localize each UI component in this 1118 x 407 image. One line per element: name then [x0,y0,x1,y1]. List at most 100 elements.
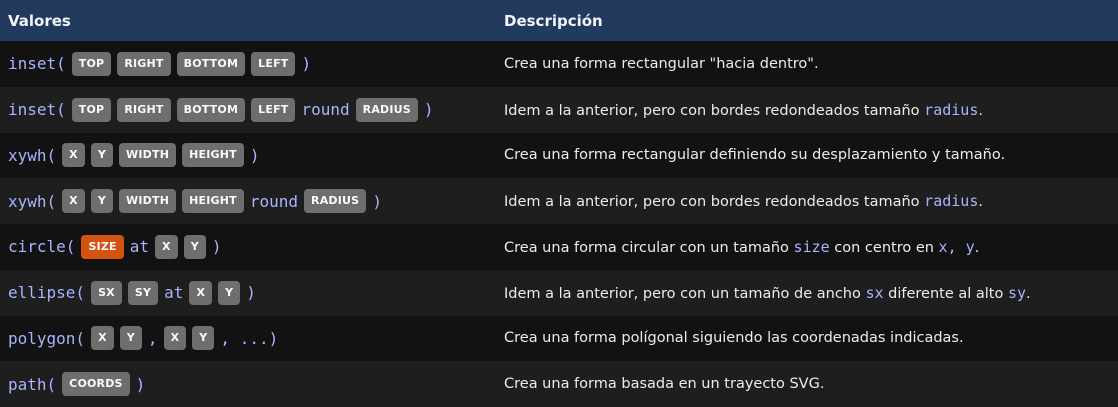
description-text: diferente al alto [883,285,1008,302]
param-chip: WIDTH [119,143,177,168]
table-row: xywh(X Y WIDTH HEIGHT) Crea una forma rectan… [0,132,1118,179]
description-text: Crea una forma rectangular definiendo su… [504,147,1006,164]
table-header-row: Valores Descripción [0,0,1118,41]
description-text: . [1026,285,1031,302]
param-chip: COORDS [62,372,130,397]
code-token: xywh( [8,191,57,211]
param-chip: BOTTOM [176,97,246,122]
table-row: inset(TOP RIGHT BOTTOM LEFT round RADIUS) Idem… [0,86,1118,133]
param-chip: LEFT [251,97,296,122]
value-cell: xywh(X Y WIDTH HEIGHT) [0,133,496,179]
code-token: ) [249,145,260,165]
value-cell: polygon(X Y, X Y, ...) [0,316,496,362]
value-syntax: xywh(X Y WIDTH HEIGHT) [8,143,488,168]
table-row: inset(TOP RIGHT BOTTOM LEFT) Crea una forma … [0,41,1118,87]
param-chip: TOP [71,97,112,122]
code-token: inset( [8,54,66,74]
param-chip: RIGHT [117,51,171,76]
value-syntax: polygon(X Y, X Y, ...) [8,326,488,351]
description-cell: Crea una forma rectangular definiendo su… [496,133,1118,179]
code-token: round [301,100,350,120]
param-chip: X [91,326,114,351]
description-text: Idem a la anterior, pero con un tamaño d… [504,285,866,302]
description-text: Crea una forma rectangular "hacia dentro… [504,55,819,72]
code-token: , [147,328,158,348]
table-row: ellipse(SX SY at X Y) Idem a la anterior, per… [0,269,1118,316]
code-token: at [129,237,150,257]
code-token: ) [372,191,382,211]
param-chip: SX [91,280,122,305]
description-cell: Crea una forma polígonal siguiendo las c… [496,316,1118,362]
description-text: . [978,194,983,211]
values-table: Valores Descripción inset(TOP RIGHT BOTTOM… [0,0,1118,407]
code-token: ) [246,283,256,303]
value-cell: circle(SIZE at X Y) [0,224,496,270]
value-cell: path(COORDS) [0,361,496,407]
param-chip: Y [90,189,114,214]
param-chip: TOP [71,51,112,76]
param-chip: X [62,189,85,214]
code-token: ) [301,54,312,74]
param-chip: Y [192,326,215,351]
description-text: Crea una forma basada en un trayecto SVG… [504,376,825,393]
param-chip: Y [90,143,114,168]
param-chip: Y [183,234,206,259]
param-chip: HEIGHT [182,189,244,214]
table-row: path(COORDS) Crea una forma basada en un … [0,361,1118,407]
description-cell: Crea una forma rectangular "hacia dentro… [496,41,1118,87]
description-text: con centro en [829,239,939,256]
value-syntax: inset(TOP RIGHT BOTTOM LEFT) [8,51,488,76]
param-chip: RIGHT [117,97,171,122]
inline-code: radius [924,100,979,119]
description-cell: Idem a la anterior, pero con bordes redo… [496,87,1118,133]
description-cell: Idem a la anterior, pero con un tamaño d… [496,270,1118,316]
param-chip: RADIUS [355,97,418,122]
table-row: circle(SIZE at X Y) Crea una forma circular … [0,224,1118,270]
code-token: inset( [8,100,66,120]
value-cell: xywh(X Y WIDTH HEIGHT round RADIUS) [0,178,496,224]
code-token: , ...) [220,328,279,348]
inline-code: size [793,237,830,256]
inline-code: x, y [938,237,975,256]
code-token: ) [135,374,146,394]
inline-code: sx [865,283,884,302]
value-syntax: circle(SIZE at X Y) [8,234,488,259]
table-row: xywh(X Y WIDTH HEIGHT round RADIUS) Idem a la … [0,178,1118,224]
code-token: path( [8,374,57,394]
value-syntax: path(COORDS) [8,372,488,397]
description-text: . [978,102,983,119]
description-text: Idem a la anterior, pero con bordes redo… [504,102,925,119]
param-chip: X [155,234,178,259]
code-token: ) [423,100,434,120]
param-chip: HEIGHT [182,143,244,168]
header-valores: Valores [8,11,71,30]
param-chip: Y [119,326,142,351]
value-syntax: xywh(X Y WIDTH HEIGHT round RADIUS) [8,189,488,214]
value-syntax: inset(TOP RIGHT BOTTOM LEFT round RADIUS) [8,97,488,122]
param-chip: X [163,326,187,351]
table-row: polygon(X Y, X Y, ...) Crea una forma polígo… [0,315,1118,362]
param-chip: BOTTOM [176,51,246,76]
header-descripcion: Descripción [504,11,603,30]
param-chip: X [189,280,213,305]
param-chip: RADIUS [304,189,367,214]
inline-code: radius [924,192,979,211]
description-cell: Idem a la anterior, pero con bordes redo… [496,178,1118,224]
param-chip-highlighted: SIZE [81,234,124,259]
code-token: round [249,191,299,211]
code-token: at [164,283,184,303]
description-text: Crea una forma circular con un tamaño [504,239,794,256]
description-text: Idem a la anterior, pero con bordes redo… [504,194,925,211]
param-chip: X [62,143,85,168]
param-chip: WIDTH [119,189,177,214]
code-token: ) [211,237,222,257]
param-chip: SY [127,280,159,305]
description-text: . [974,239,980,256]
code-token: circle( [8,237,76,257]
value-cell: ellipse(SX SY at X Y) [0,270,496,316]
inline-code: sy [1007,283,1027,302]
code-token: ellipse( [8,283,86,303]
value-syntax: ellipse(SX SY at X Y) [8,280,488,305]
code-token: polygon( [8,328,86,348]
description-text: Crea una forma polígonal siguiendo las c… [504,330,964,347]
